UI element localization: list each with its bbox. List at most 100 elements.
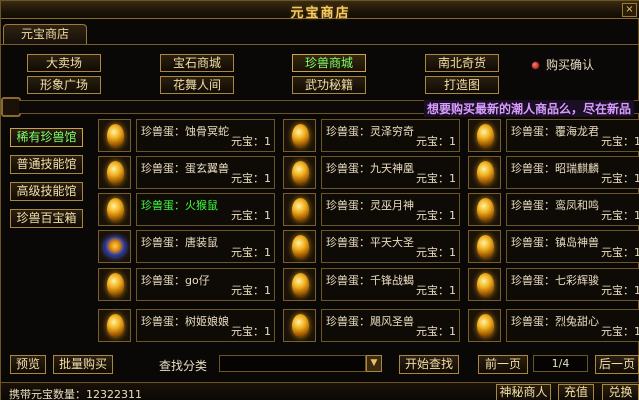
item-info[interactable]: 珍兽蛋：覆海龙君 元宝：1 — [506, 119, 639, 152]
chevron-down-icon: ▼ — [370, 358, 378, 368]
prev-page-button[interactable]: 前一页 — [478, 355, 528, 374]
search-dropdown-button[interactable]: ▼ — [366, 355, 382, 372]
item-icon-slot[interactable] — [468, 119, 501, 152]
golden-egg-icon — [477, 124, 494, 147]
shop-item[interactable]: 珍兽蛋：覆海龙君 元宝：1 — [468, 119, 639, 152]
golden-egg-icon — [477, 198, 494, 221]
item-price: 元宝：1 — [601, 284, 639, 297]
category-button[interactable]: 打造图 — [425, 76, 499, 94]
item-icon-slot[interactable] — [468, 193, 501, 226]
item-info[interactable]: 珍兽蛋：火猴鼠 元宝：1 — [136, 193, 275, 226]
shop-item[interactable]: 珍兽蛋：唐装鼠 元宝：1 — [98, 230, 278, 263]
item-icon-slot[interactable] — [98, 230, 131, 263]
item-icon-slot[interactable] — [98, 156, 131, 189]
item-name: 珍兽蛋：九天神凰 — [326, 162, 414, 175]
purchase-confirm-label: 购买确认 — [546, 58, 595, 72]
item-name: 珍兽蛋：蛋玄翼兽 — [141, 162, 229, 175]
item-info[interactable]: 珍兽蛋：灵泽穷奇 元宝：1 — [321, 119, 460, 152]
shop-item[interactable]: 珍兽蛋：蛋玄翼兽 元宝：1 — [98, 156, 278, 189]
yuanbao-balance: 携带元宝数量：12322311 — [9, 388, 142, 400]
shop-item[interactable]: 珍兽蛋：千锋战蝎 元宝：1 — [283, 268, 463, 301]
mystery-merchant-button[interactable]: 神秘商人 — [496, 384, 551, 400]
sidebar-button[interactable]: 普通技能馆 — [10, 155, 83, 174]
category-button[interactable]: 珍兽商城 — [292, 54, 366, 72]
item-info[interactable]: 珍兽蛋：七彩辉骏 元宝：1 — [506, 268, 639, 301]
shop-item[interactable]: 珍兽蛋：平天大圣 元宝：1 — [283, 230, 463, 263]
item-info[interactable]: 珍兽蛋：唐装鼠 元宝：1 — [136, 230, 275, 263]
shop-item[interactable]: 珍兽蛋：树姬娘娘 元宝：1 — [98, 309, 278, 342]
next-page-button[interactable]: 后一页 — [595, 355, 639, 374]
item-info[interactable]: 珍兽蛋：灵巫月神 元宝：1 — [321, 193, 460, 226]
item-name: 珍兽蛋：灵泽穷奇 — [326, 125, 414, 138]
item-icon-slot[interactable] — [283, 268, 316, 301]
sidebar-button[interactable]: 稀有珍兽馆 — [10, 128, 83, 147]
shop-item[interactable]: 珍兽蛋：灵巫月神 元宝：1 — [283, 193, 463, 226]
recharge-button[interactable]: 充值 — [558, 384, 594, 400]
item-info[interactable]: 珍兽蛋：蛋玄翼兽 元宝：1 — [136, 156, 275, 189]
shop-item[interactable]: 珍兽蛋：镇岛神兽 元宝：1 — [468, 230, 639, 263]
item-info[interactable]: 珍兽蛋：蚀骨冥蛇 元宝：1 — [136, 119, 275, 152]
item-icon-slot[interactable] — [283, 156, 316, 189]
item-icon-slot[interactable] — [468, 268, 501, 301]
golden-egg-icon — [477, 235, 494, 258]
item-icon-slot[interactable] — [98, 268, 131, 301]
shop-item[interactable]: 珍兽蛋：火猴鼠 元宝：1 — [98, 193, 278, 226]
category-button[interactable]: 南北奇货 — [425, 54, 499, 72]
item-icon-slot[interactable] — [283, 309, 316, 342]
item-info[interactable]: 珍兽蛋：烈兔甜心 元宝：1 — [506, 309, 639, 342]
item-name: 珍兽蛋：鸾凤和鸣 — [511, 199, 599, 212]
close-button[interactable]: × — [622, 3, 637, 17]
category-button[interactable]: 花舞人间 — [160, 76, 234, 94]
item-info[interactable]: 珍兽蛋：千锋战蝎 元宝：1 — [321, 268, 460, 301]
item-name: 珍兽蛋：平天大圣 — [326, 236, 414, 249]
exchange-button[interactable]: 兑换 — [602, 384, 639, 400]
category-button[interactable]: 形象广场 — [27, 76, 101, 94]
title-bar[interactable]: 元宝商店 × — [1, 1, 639, 21]
item-name: 珍兽蛋：七彩辉骏 — [511, 274, 599, 287]
bulk-buy-button[interactable]: 批量购买 — [53, 355, 113, 374]
sidebar-button[interactable]: 珍兽百宝箱 — [10, 209, 83, 228]
category-button[interactable]: 大卖场 — [27, 54, 101, 72]
item-info[interactable]: 珍兽蛋：go仔 元宝：1 — [136, 268, 275, 301]
purchase-confirm-toggle[interactable]: 购买确认 — [531, 56, 594, 73]
golden-egg-icon — [107, 161, 124, 184]
sidebar-button[interactable]: 高级技能馆 — [10, 182, 83, 201]
window-title: 元宝商店 — [290, 6, 351, 21]
shop-item[interactable]: 珍兽蛋：九天神凰 元宝：1 — [283, 156, 463, 189]
item-price: 元宝：1 — [416, 172, 456, 185]
tab-yuanbao-shop[interactable]: 元宝商店 — [3, 24, 87, 44]
item-icon-slot[interactable] — [283, 119, 316, 152]
item-icon-slot[interactable] — [98, 119, 131, 152]
item-icon-slot[interactable] — [468, 309, 501, 342]
item-name: 珍兽蛋：灵巫月神 — [326, 199, 414, 212]
item-info[interactable]: 珍兽蛋：镇岛神兽 元宝：1 — [506, 230, 639, 263]
item-icon-slot[interactable] — [468, 230, 501, 263]
category-button[interactable]: 武功秘籍 — [292, 76, 366, 94]
shop-item[interactable]: 珍兽蛋：蚀骨冥蛇 元宝：1 — [98, 119, 278, 152]
preview-button[interactable]: 预览 — [10, 355, 46, 374]
shop-item[interactable]: 珍兽蛋：鸾凤和鸣 元宝：1 — [468, 193, 639, 226]
item-info[interactable]: 珍兽蛋：飓风圣兽 元宝：1 — [321, 309, 460, 342]
item-info[interactable]: 珍兽蛋：鸾凤和鸣 元宝：1 — [506, 193, 639, 226]
golden-egg-icon — [107, 273, 124, 296]
radio-dot-icon[interactable] — [531, 61, 540, 70]
item-price: 元宝：1 — [231, 325, 271, 338]
item-icon-slot[interactable] — [98, 309, 131, 342]
item-icon-slot[interactable] — [468, 156, 501, 189]
item-icon-slot[interactable] — [283, 230, 316, 263]
item-info[interactable]: 珍兽蛋：树姬娘娘 元宝：1 — [136, 309, 275, 342]
shop-item[interactable]: 珍兽蛋：飓风圣兽 元宝：1 — [283, 309, 463, 342]
shop-item[interactable]: 珍兽蛋：灵泽穷奇 元宝：1 — [283, 119, 463, 152]
shop-item[interactable]: 珍兽蛋：七彩辉骏 元宝：1 — [468, 268, 639, 301]
shop-item[interactable]: 珍兽蛋：go仔 元宝：1 — [98, 268, 278, 301]
search-category-input[interactable] — [219, 355, 366, 372]
shop-item[interactable]: 珍兽蛋：烈兔甜心 元宝：1 — [468, 309, 639, 342]
item-icon-slot[interactable] — [98, 193, 131, 226]
item-info[interactable]: 珍兽蛋：昭瑞麒麟 元宝：1 — [506, 156, 639, 189]
item-info[interactable]: 珍兽蛋：九天神凰 元宝：1 — [321, 156, 460, 189]
item-icon-slot[interactable] — [283, 193, 316, 226]
start-search-button[interactable]: 开始查找 — [399, 355, 459, 374]
shop-item[interactable]: 珍兽蛋：昭瑞麒麟 元宝：1 — [468, 156, 639, 189]
item-info[interactable]: 珍兽蛋：平天大圣 元宝：1 — [321, 230, 460, 263]
category-button[interactable]: 宝石商城 — [160, 54, 234, 72]
